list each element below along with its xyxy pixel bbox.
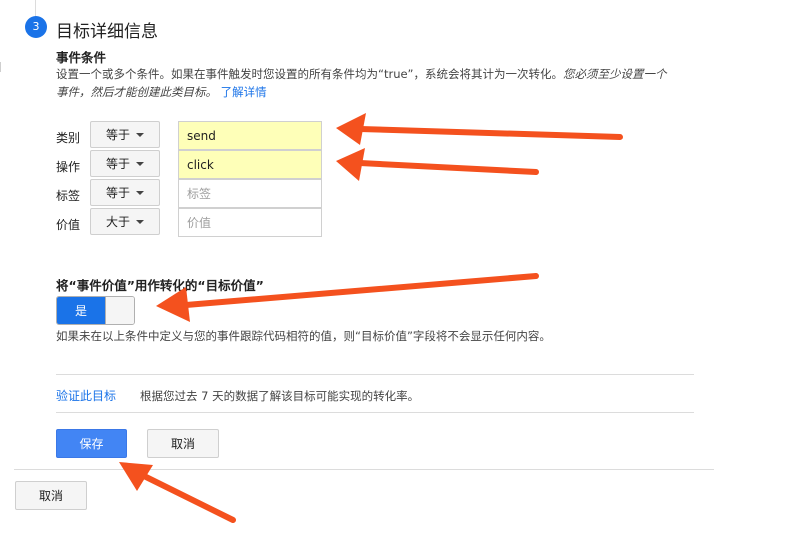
condition-label-category: 类别 [56,131,81,145]
conditions-description-text: 设置一个或多个条件。如果在事件触发时您设置的所有条件均为“true”，系统会将其… [56,67,564,81]
action-operator-dropdown[interactable]: 等于 [90,150,160,177]
annotation-arrow [357,160,539,175]
conditions-description-italic-a: 您必须至少设置一个 [563,67,667,81]
condition-label-action: 操作 [56,160,81,174]
outer-cancel-button[interactable]: 取消 [15,481,87,510]
annotation-arrow [357,126,623,140]
action-operator-label: 等于 [105,157,130,171]
chevron-down-icon [136,219,144,224]
value-operator-label: 大于 [105,215,130,229]
left-edge-divider [0,62,1,72]
conditions-heading: 事件条件 [56,50,107,65]
cancel-button[interactable]: 取消 [147,429,219,458]
divider [56,374,694,375]
toggle-knob [105,297,134,324]
verify-goal-note: 根据您过去 7 天的数据了解该目标可能实现的转化率。 [140,389,420,403]
category-value-input[interactable] [178,121,322,150]
category-operator-label: 等于 [105,128,130,142]
action-value-input[interactable] [178,150,322,179]
goal-value-note: 如果未在以上条件中定义与您的事件跟踪代码相符的值，则“目标价值”字段将不会显示任… [56,329,551,343]
value-operator-dropdown[interactable]: 大于 [90,208,160,235]
divider [56,412,694,413]
chevron-down-icon [136,190,144,195]
annotation-arrowhead [336,148,365,181]
divider [14,469,714,470]
condition-label-value: 价值 [56,218,81,232]
label-operator-dropdown[interactable]: 等于 [90,179,160,206]
section-title: 目标详细信息 [56,22,158,42]
annotation-arrowhead [336,113,366,145]
label-value-input[interactable] [178,179,322,208]
goal-value-heading: 将“事件价值”用作转化的“目标价值” [56,278,264,293]
goal-value-toggle[interactable]: 是 [56,296,135,325]
condition-label-label: 标签 [56,189,81,203]
value-value-input[interactable] [178,208,322,237]
annotation-arrow [137,471,236,523]
chevron-down-icon [136,132,144,137]
conditions-description: 设置一个或多个条件。如果在事件触发时您设置的所有条件均为“true”，系统会将其… [56,65,696,101]
save-button[interactable]: 保存 [56,429,127,458]
verify-goal-link[interactable]: 验证此目标 [56,387,116,404]
conditions-description-italic-b: 事件，然后才能创建此类目标。 [56,85,217,99]
annotation-arrowhead [119,462,153,491]
category-operator-dropdown[interactable]: 等于 [90,121,160,148]
toggle-on-label: 是 [57,297,105,324]
chevron-down-icon [136,161,144,166]
label-operator-label: 等于 [105,186,130,200]
step-number-badge: 3 [25,16,47,38]
learn-more-link[interactable]: 了解详情 [221,85,267,99]
